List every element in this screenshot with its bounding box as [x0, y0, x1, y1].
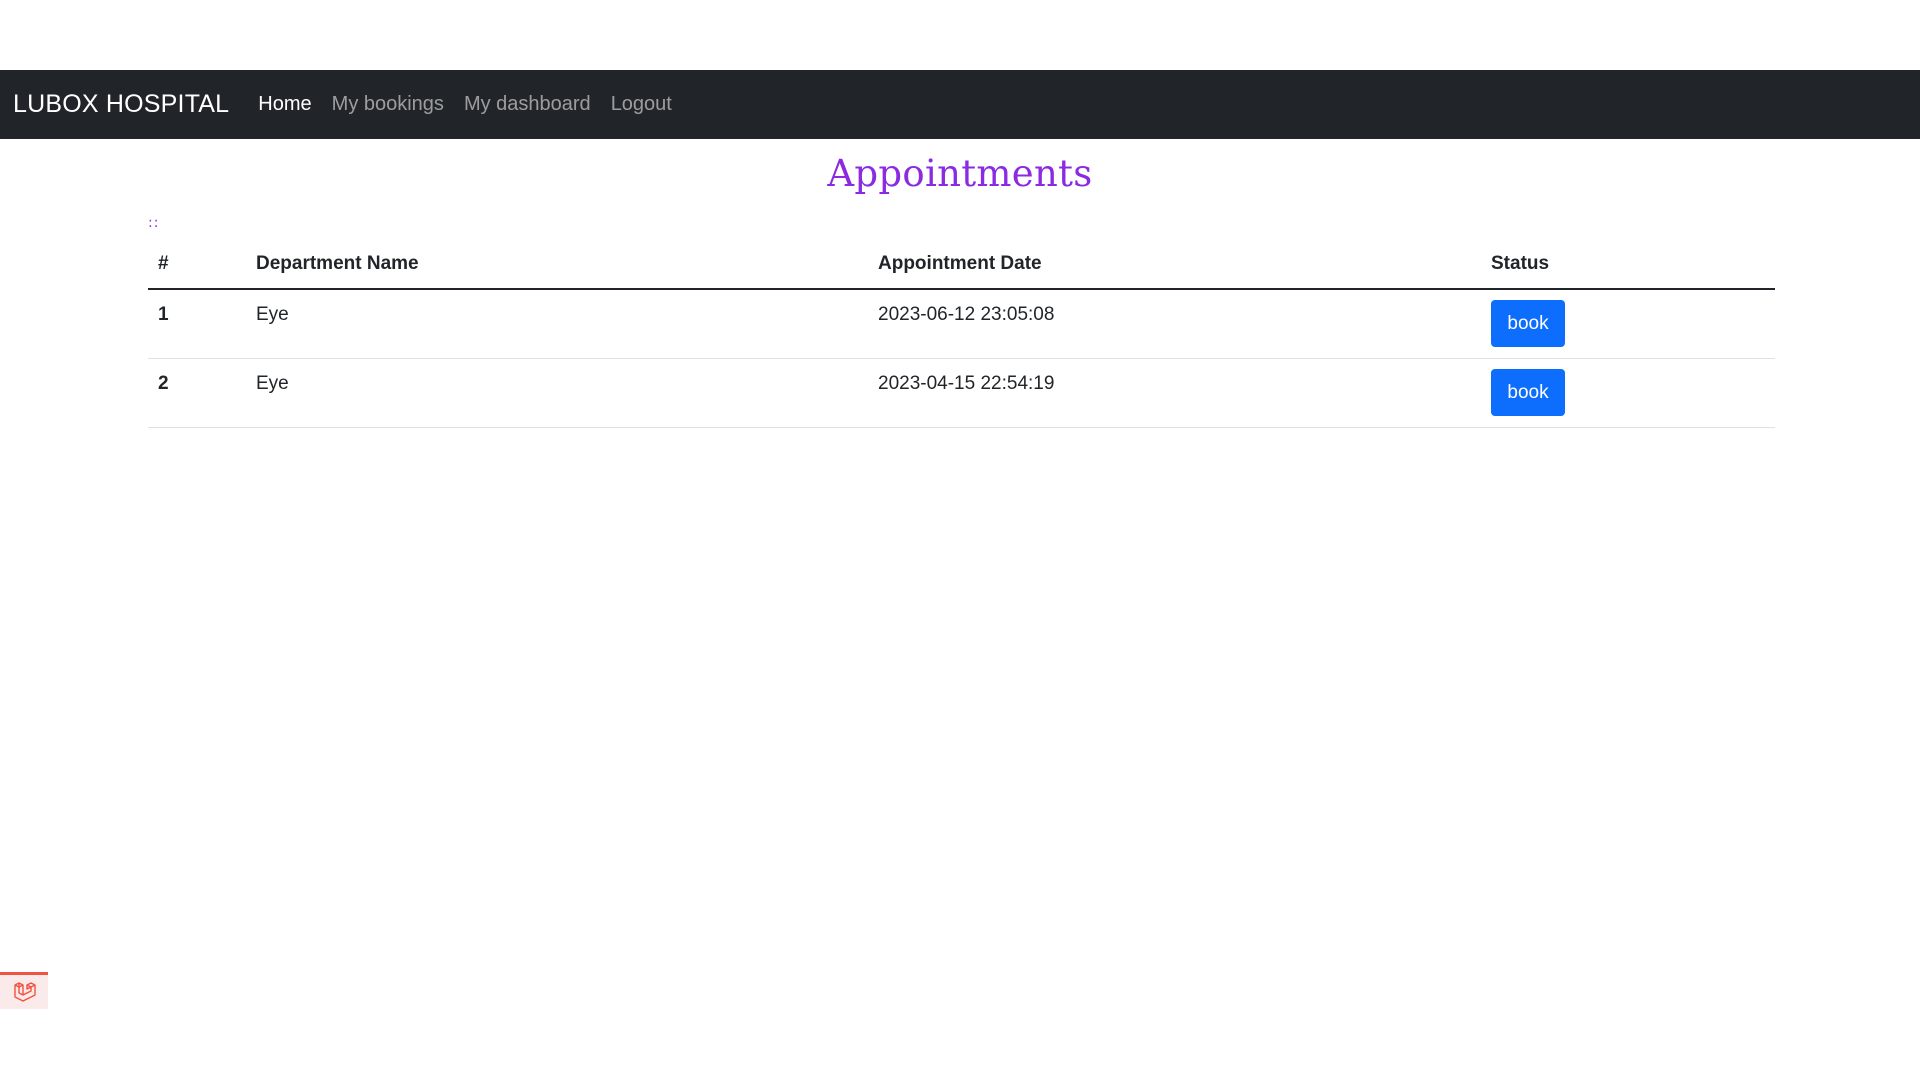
top-spacer — [0, 0, 1920, 70]
drag-handle-icon[interactable]: :: — [148, 213, 159, 233]
table-header-row: # Department Name Appointment Date Statu… — [148, 240, 1775, 290]
row-index: 1 — [158, 304, 169, 325]
brand-logo[interactable]: LUBOX HOSPITAL — [13, 90, 229, 119]
row-status-cell: book — [1481, 289, 1775, 359]
table-row: 2 Eye 2023-04-15 22:54:19 book — [148, 358, 1775, 428]
nav-link-my-bookings[interactable]: My bookings — [332, 93, 444, 116]
row-appointment-date: 2023-06-12 23:05:08 — [878, 304, 1055, 325]
page-title: Appointments — [827, 152, 1093, 195]
header-appointment-date: Appointment Date — [868, 240, 1481, 290]
debugbar-toggle[interactable] — [0, 972, 48, 1009]
book-button[interactable]: book — [1491, 300, 1565, 347]
row-index: 2 — [158, 373, 169, 394]
row-department: Eye — [256, 304, 289, 325]
header-status: Status — [1481, 240, 1775, 290]
row-date-cell: 2023-06-12 23:05:08 — [868, 289, 1481, 359]
row-department: Eye — [256, 373, 289, 394]
row-appointment-date: 2023-04-15 22:54:19 — [878, 373, 1055, 394]
row-status-cell: book — [1481, 358, 1775, 428]
laravel-logo-icon — [14, 982, 36, 1002]
row-index-cell: 1 — [148, 289, 246, 359]
row-department-cell: Eye — [246, 358, 868, 428]
header-index: # — [148, 240, 246, 290]
nav-link-logout[interactable]: Logout — [611, 93, 672, 116]
row-date-cell: 2023-04-15 22:54:19 — [868, 358, 1481, 428]
navbar: LUBOX HOSPITAL Home My bookings My dashb… — [0, 70, 1920, 139]
book-button[interactable]: book — [1491, 369, 1565, 416]
row-department-cell: Eye — [246, 289, 868, 359]
row-index-cell: 2 — [148, 358, 246, 428]
nav-link-home[interactable]: Home — [258, 93, 311, 116]
header-department-name: Department Name — [246, 240, 868, 290]
nav-link-my-dashboard[interactable]: My dashboard — [464, 93, 591, 116]
table-row: 1 Eye 2023-06-12 23:05:08 book — [148, 289, 1775, 359]
appointments-table: # Department Name Appointment Date Statu… — [148, 240, 1775, 428]
